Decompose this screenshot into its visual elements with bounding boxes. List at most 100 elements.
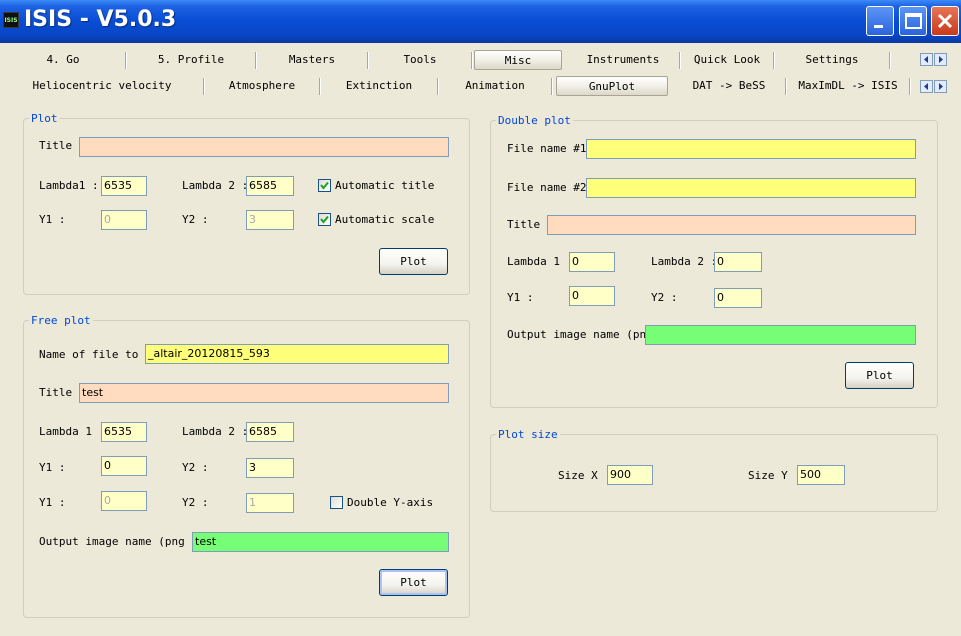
tab-instruments[interactable]: Instruments — [566, 50, 680, 70]
free-plot-double-y-checkbox[interactable] — [330, 496, 343, 509]
tab-scroll-left-button[interactable] — [920, 80, 933, 93]
plot-size-x-input[interactable]: 900 — [607, 465, 653, 485]
minimize-button[interactable] — [866, 6, 894, 36]
double-plot-file2-label: File name #2 — [507, 181, 587, 194]
plot-auto-scale-label: Automatic scale — [335, 213, 435, 226]
tab-masters[interactable]: Masters — [256, 50, 368, 70]
free-plot-lambda2-input[interactable]: 6585 — [246, 422, 294, 442]
checkmark-icon — [320, 181, 329, 190]
plot-size-group: Plot size Size X : 900 Size Y : 500 — [490, 428, 938, 512]
tab-profile[interactable]: 5. Profile — [126, 50, 256, 70]
tab-scroll-left-button[interactable] — [920, 53, 933, 66]
free-plot-y1-label: Y1 : — [39, 461, 66, 474]
double-plot-lambda1-label: Lambda 1 : — [507, 255, 574, 268]
double-plot-file1-label: File name #1 — [507, 142, 587, 155]
free-plot-title-input[interactable]: test — [79, 383, 449, 403]
app-icon: ISIS — [3, 12, 19, 28]
tab-row-1: 4. Go 5. Profile Masters Tools Misc Inst… — [0, 48, 961, 72]
free-plot-output-input[interactable]: test — [192, 532, 449, 552]
maximize-icon — [905, 13, 922, 29]
tab-misc[interactable]: Misc — [474, 50, 562, 70]
tab-scroll-right-button[interactable] — [934, 53, 947, 66]
tab-extinction[interactable]: Extinction — [320, 76, 438, 96]
free-plot-y2b-label: Y2 : — [182, 496, 209, 509]
tab-atmosphere[interactable]: Atmosphere — [204, 76, 320, 96]
double-plot-group-title: Double plot — [496, 114, 573, 127]
plot-button[interactable]: Plot — [379, 248, 448, 275]
minimize-icon — [874, 25, 883, 28]
close-icon — [937, 13, 953, 29]
plot-lambda2-label: Lambda 2 : — [182, 179, 249, 192]
double-plot-lambda1-input[interactable]: 0 — [569, 252, 615, 272]
double-plot-group: Double plot File name #1 File name #2 Ti… — [490, 114, 938, 408]
plot-auto-scale-checkbox[interactable] — [318, 213, 331, 226]
plot-lambda2-input[interactable]: 6585 — [246, 176, 294, 196]
double-plot-y1-label: Y1 : — [507, 291, 534, 304]
double-plot-y2-input[interactable]: 0 — [714, 288, 762, 308]
plot-y2-input[interactable]: 3 — [246, 210, 294, 230]
free-plot-button[interactable]: Plot — [379, 569, 448, 596]
tab-row-2: Heliocentric velocity Atmosphere Extinct… — [0, 74, 961, 98]
free-plot-lambda1-label: Lambda 1 : — [39, 425, 106, 438]
double-plot-y1-input[interactable]: 0 — [569, 286, 615, 306]
double-plot-output-label: Output image name (png) — [507, 328, 660, 341]
double-plot-lambda2-input[interactable]: 0 — [714, 252, 762, 272]
free-plot-file-input[interactable]: _altair_20120815_593 — [145, 344, 449, 364]
double-plot-y2-label: Y2 : — [651, 291, 678, 304]
free-plot-y1b-input[interactable]: 0 — [101, 491, 147, 511]
double-plot-button[interactable]: Plot — [845, 362, 914, 389]
double-plot-output-input[interactable] — [645, 325, 916, 345]
free-plot-group-title: Free plot — [29, 314, 93, 327]
plot-y1-label: Y1 : — [39, 213, 66, 226]
tab-dat-to-bess[interactable]: DAT -> BeSS — [672, 76, 786, 96]
tab-maximdl-to-isis[interactable]: MaxImDL -> ISIS — [786, 76, 910, 96]
close-button[interactable] — [931, 6, 959, 36]
tab-go[interactable]: 4. Go — [0, 50, 126, 70]
double-plot-file1-input[interactable] — [586, 139, 916, 159]
free-plot-y2-input[interactable]: 3 — [246, 458, 294, 478]
double-plot-file2-input[interactable] — [586, 178, 916, 198]
checkmark-icon — [320, 215, 329, 224]
double-plot-title-input[interactable] — [547, 215, 916, 235]
plot-auto-title-checkbox[interactable] — [318, 179, 331, 192]
arrow-right-icon — [939, 83, 943, 90]
plot-size-group-title: Plot size — [496, 428, 560, 441]
free-plot-double-y-label: Double Y-axis — [347, 496, 434, 509]
free-plot-y2b-input[interactable]: 1 — [246, 493, 294, 513]
tab-scroll-right-button[interactable] — [934, 80, 947, 93]
plot-size-x-label: Size X : — [558, 469, 611, 482]
tab-gnuplot[interactable]: GnuPlot — [556, 76, 668, 96]
free-plot-lambda2-label: Lambda 2 : — [182, 425, 249, 438]
free-plot-output-label: Output image name (png fil — [39, 535, 212, 548]
free-plot-y1-input[interactable]: 0 — [101, 456, 147, 476]
free-plot-file-label: Name of file to pl — [39, 348, 159, 361]
plot-size-y-input[interactable]: 500 — [797, 465, 845, 485]
window-title: ISIS - V5.0.3 — [24, 7, 177, 32]
arrow-left-icon — [924, 56, 928, 63]
free-plot-lambda1-input[interactable]: 6535 — [101, 422, 147, 442]
arrow-right-icon — [939, 56, 943, 63]
tab-animation[interactable]: Animation — [438, 76, 552, 96]
double-plot-lambda2-label: Lambda 2 : — [651, 255, 718, 268]
tab-settings[interactable]: Settings — [774, 50, 890, 70]
free-plot-group: Free plot Name of file to pl _altair_201… — [23, 314, 470, 618]
plot-lambda1-label: Lambda1 : — [39, 179, 99, 192]
maximize-button[interactable] — [899, 6, 927, 36]
arrow-left-icon — [924, 83, 928, 90]
title-bar[interactable]: ISIS ISIS - V5.0.3 — [0, 0, 961, 43]
plot-group-title: Plot — [29, 112, 60, 125]
plot-title-input[interactable] — [79, 137, 449, 157]
plot-auto-title-label: Automatic title — [335, 179, 435, 192]
free-plot-y1b-label: Y1 : — [39, 496, 66, 509]
plot-group: Plot Title : Lambda1 : 6535 Lambda 2 : 6… — [23, 112, 470, 295]
free-plot-y2-label: Y2 : — [182, 461, 209, 474]
tab-tools[interactable]: Tools — [368, 50, 472, 70]
plot-y1-input[interactable]: 0 — [101, 210, 147, 230]
plot-lambda1-input[interactable]: 6535 — [101, 176, 147, 196]
plot-size-y-label: Size Y : — [748, 469, 801, 482]
plot-y2-label: Y2 : — [182, 213, 209, 226]
tab-row-2-scroll — [920, 80, 948, 94]
tab-quick-look[interactable]: Quick Look — [680, 50, 774, 70]
tab-heliocentric-velocity[interactable]: Heliocentric velocity — [0, 76, 204, 96]
tab-row-1-scroll — [920, 53, 948, 67]
